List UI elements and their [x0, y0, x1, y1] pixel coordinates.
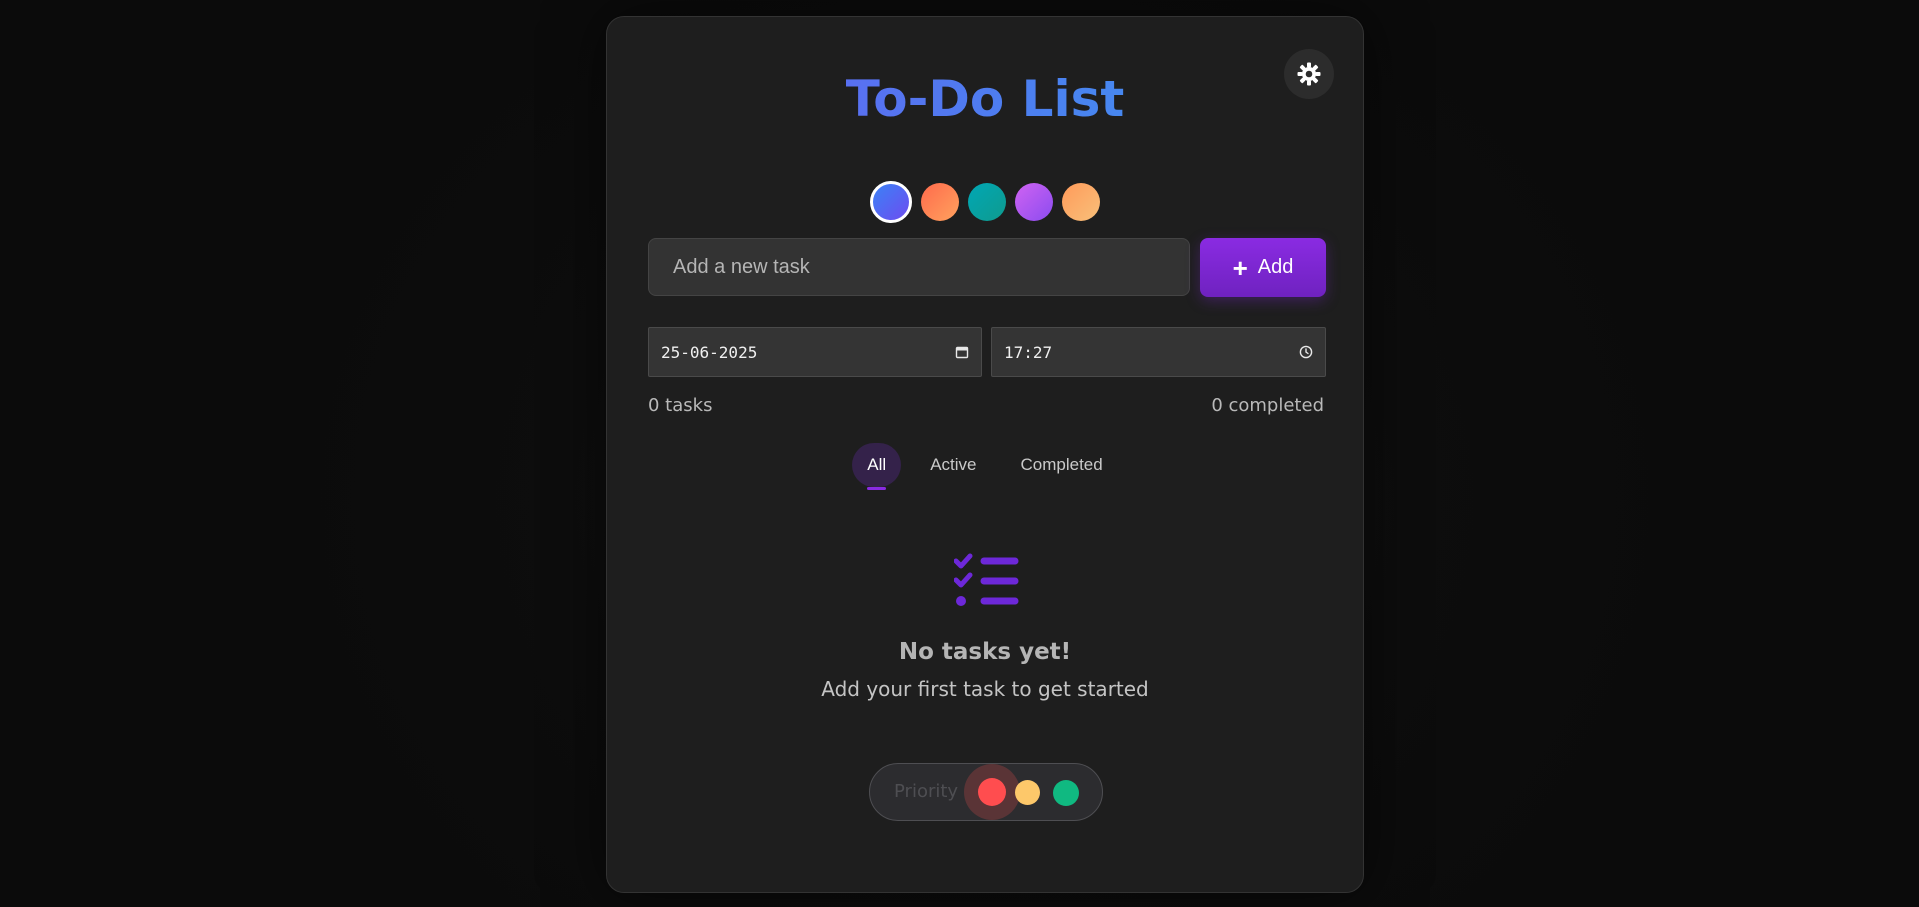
theme-swatch-blue[interactable] — [870, 181, 912, 223]
checklist-icon — [954, 553, 1019, 606]
due-time-input[interactable]: 17:27 — [991, 327, 1326, 377]
due-date-input[interactable]: 25-06-2025 — [648, 327, 982, 377]
completed-count: 0 completed — [1211, 395, 1324, 416]
theme-swatch-coral[interactable] — [921, 183, 959, 221]
add-task-button[interactable]: + Add — [1200, 238, 1326, 297]
task-count: 0 tasks — [648, 395, 713, 416]
empty-state-title: No tasks yet! — [898, 639, 1072, 665]
priority-label: Priority — [894, 781, 959, 802]
plus-icon: + — [1232, 252, 1248, 283]
due-time-value: 17:27 — [1004, 342, 1053, 362]
theme-swatch-teal[interactable] — [968, 183, 1006, 221]
due-date-value: 25-06-2025 — [661, 342, 758, 362]
color-theme-picker — [607, 181, 1363, 223]
theme-swatch-violet[interactable] — [1015, 183, 1053, 221]
priority-medium-button[interactable] — [1015, 780, 1040, 805]
priority-selector: Priority — [869, 763, 1103, 821]
tab-active[interactable]: Active — [915, 443, 991, 487]
priority-high-button[interactable] — [978, 778, 1006, 806]
todo-card: To-Do List + Add 25-06-2025 17:27 0 task… — [606, 16, 1364, 893]
calendar-icon[interactable] — [955, 345, 969, 359]
theme-swatch-orange[interactable] — [1062, 183, 1100, 221]
empty-state-subtitle: Add your first task to get started — [821, 677, 1149, 701]
filter-tabs: All Active Completed — [607, 443, 1363, 490]
page-title: To-Do List — [607, 69, 1363, 129]
tab-all[interactable]: All — [852, 443, 902, 490]
add-task-label: Add — [1257, 256, 1294, 278]
clock-icon[interactable] — [1299, 345, 1313, 359]
tab-completed[interactable]: Completed — [1005, 443, 1117, 487]
priority-low-button[interactable] — [1053, 780, 1079, 806]
new-task-input[interactable] — [648, 238, 1190, 296]
